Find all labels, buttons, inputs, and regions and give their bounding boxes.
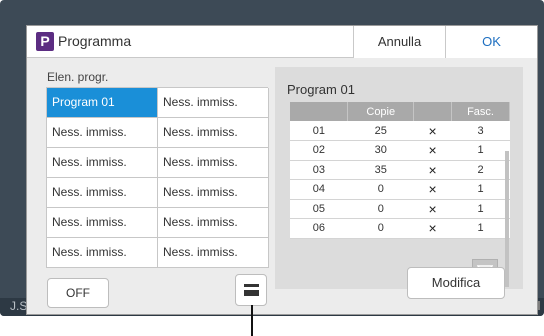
menu-button[interactable] <box>235 274 267 306</box>
program-dialog: P Programma Annulla OK Elen. progr. Prog… <box>26 25 538 315</box>
multiply-icon: × <box>413 199 452 219</box>
table-cell: 02 <box>290 140 348 161</box>
program-app-icon: P <box>36 32 54 51</box>
program-list-item[interactable]: Ness. immiss. <box>47 118 158 148</box>
program-list-item[interactable]: Ness. immiss. <box>47 178 158 208</box>
program-list-item[interactable]: Ness. immiss. <box>158 208 269 238</box>
multiply-icon: × <box>413 160 452 180</box>
column-header <box>290 102 349 121</box>
program-list-item[interactable]: Ness. immiss. <box>47 148 158 178</box>
program-list-item[interactable]: Ness. immiss. <box>47 208 158 238</box>
table-cell: 25 <box>347 121 414 141</box>
column-header <box>413 102 453 121</box>
table-header: Copie Fasc. <box>290 102 510 121</box>
multiply-icon: × <box>413 121 452 141</box>
column-header: Fasc. <box>451 102 510 121</box>
table-cell: 1 <box>451 140 510 161</box>
table-cell: 1 <box>451 218 510 239</box>
table-cell: 0 <box>347 179 414 200</box>
table-cell: 05 <box>290 199 348 219</box>
table-cell: 01 <box>290 121 348 141</box>
table-body: 01 25 × 3 02 30 × 1 03 35 × 2 04 0 × 1 05 0 × 1 06 0 × 1 <box>290 121 510 239</box>
hamburger-menu-icon <box>244 284 259 296</box>
callout-line <box>251 305 253 336</box>
cancel-button[interactable]: Annulla <box>353 26 445 58</box>
multiply-icon: × <box>413 140 452 161</box>
program-detail-title: Program 01 <box>287 82 355 97</box>
program-list-item[interactable]: Ness. immiss. <box>158 178 269 208</box>
table-row: 02 30 × 1 <box>290 140 510 161</box>
table-cell: 0 <box>347 218 414 239</box>
table-cell: 04 <box>290 179 348 200</box>
off-button[interactable]: OFF <box>47 278 109 308</box>
table-cell: 06 <box>290 218 348 239</box>
table-cell: 03 <box>290 160 348 180</box>
program-list: Program 01 Ness. immiss. Ness. immiss. Ness… <box>46 87 269 268</box>
program-list-label: Elen. progr. <box>47 70 109 84</box>
program-list-item[interactable]: Program 01 <box>47 88 158 118</box>
multiply-icon: × <box>413 218 452 239</box>
multiply-icon: × <box>413 179 452 200</box>
table-cell: 0 <box>347 199 414 219</box>
table-cell: 2 <box>451 160 510 180</box>
table-row: 06 0 × 1 <box>290 218 510 239</box>
table-cell: 1 <box>451 179 510 200</box>
program-detail-panel: Program 01 Copie Fasc. 01 25 × 3 02 30 × 1 03 35 × 2… <box>275 67 523 289</box>
program-list-item[interactable]: Ness. immiss. <box>158 238 269 268</box>
scrollbar[interactable] <box>505 151 509 287</box>
program-list-item[interactable]: Ness. immiss. <box>158 148 269 178</box>
program-list-item[interactable]: Ness. immiss. <box>47 238 158 268</box>
table-row: 04 0 × 1 <box>290 179 510 200</box>
dialog-title: Programma <box>58 33 132 49</box>
table-cell: 1 <box>451 199 510 219</box>
table-row: 03 35 × 2 <box>290 160 510 180</box>
table-cell: 35 <box>347 160 414 180</box>
table-cell: 30 <box>347 140 414 161</box>
program-list-item[interactable]: Ness. immiss. <box>158 88 269 118</box>
table-row: 05 0 × 1 <box>290 199 510 219</box>
dialog-titlebar: P Programma Annulla OK <box>27 26 537 58</box>
program-detail-table: Copie Fasc. 01 25 × 3 02 30 × 1 03 35 × 2 04 0 × 1 05 0 × 1 0… <box>290 102 510 239</box>
modify-button[interactable]: Modifica <box>407 267 505 299</box>
program-list-item[interactable]: Ness. immiss. <box>158 118 269 148</box>
table-cell: 3 <box>451 121 510 141</box>
ok-button[interactable]: OK <box>445 26 537 58</box>
column-header: Copie <box>347 102 415 121</box>
table-row: 01 25 × 3 <box>290 121 510 141</box>
